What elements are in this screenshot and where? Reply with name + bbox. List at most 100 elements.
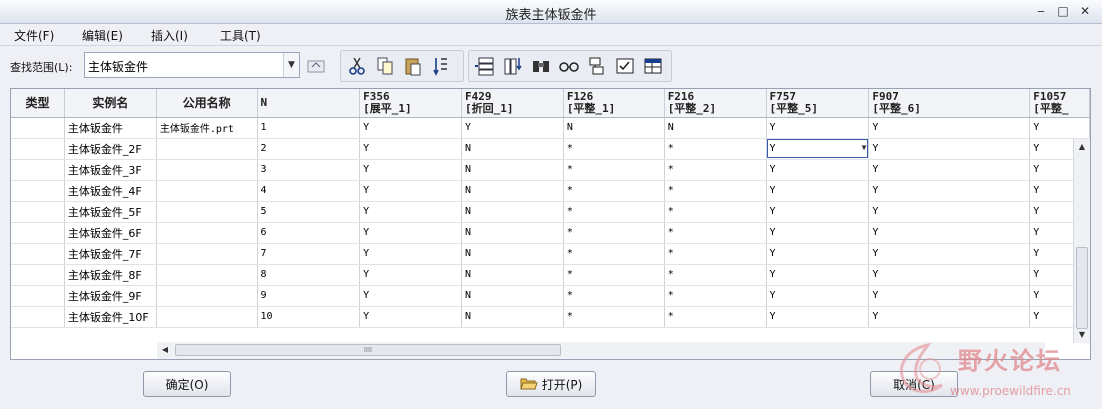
chevron-down-icon[interactable]: ▼: [862, 143, 867, 152]
cell-common[interactable]: [156, 138, 258, 160]
scroll-left-icon[interactable]: ◀: [157, 342, 173, 358]
cell-f126[interactable]: N: [563, 117, 665, 139]
cell-f757[interactable]: Y: [766, 117, 870, 139]
cell-f757[interactable]: Y: [766, 264, 870, 286]
chevron-down-icon[interactable]: ▼: [283, 53, 299, 77]
cell-f429[interactable]: N: [461, 306, 564, 328]
cell-type[interactable]: [11, 306, 65, 328]
column-header-f907[interactable]: F907 [平整_6]: [868, 89, 1031, 118]
cell-instance[interactable]: 主体钣金件_6F: [64, 222, 157, 244]
cell-f216[interactable]: N: [664, 117, 767, 139]
cell-instance[interactable]: 主体钣金件_4F: [64, 180, 157, 202]
cell-n[interactable]: 4: [257, 180, 361, 202]
cell-common[interactable]: [156, 201, 258, 223]
cell-f1057[interactable]: Y: [1029, 117, 1090, 139]
cell-instance[interactable]: 主体钣金件_2F: [64, 138, 157, 160]
cell-common[interactable]: [156, 243, 258, 265]
cell-f757[interactable]: Y: [766, 159, 870, 181]
cell-f356[interactable]: Y: [359, 117, 462, 139]
cell-n[interactable]: 9: [257, 285, 361, 307]
cell-f907[interactable]: Y: [868, 117, 1031, 139]
cell-f356[interactable]: Y: [359, 222, 462, 244]
column-header-f126[interactable]: F126 [平整_1]: [563, 89, 665, 118]
menu-file[interactable]: 文件(F): [14, 27, 54, 44]
cell-type[interactable]: [11, 243, 65, 265]
cell-f907[interactable]: Y: [868, 222, 1031, 244]
cell-f429[interactable]: N: [461, 285, 564, 307]
cell-f356[interactable]: Y: [359, 159, 462, 181]
verify-icon[interactable]: [614, 55, 636, 77]
cut-icon[interactable]: [346, 55, 368, 77]
menu-insert[interactable]: 插入(I): [151, 27, 188, 44]
cell-f216[interactable]: *: [664, 306, 767, 328]
column-header-instance[interactable]: 实例名: [64, 89, 157, 118]
insert-column-icon[interactable]: [502, 55, 524, 77]
cell-instance[interactable]: 主体钣金件_7F: [64, 243, 157, 265]
cell-instance[interactable]: 主体钣金件_9F: [64, 285, 157, 307]
minimize-icon[interactable]: ‒: [1034, 3, 1048, 19]
cell-common[interactable]: [156, 222, 258, 244]
close-icon[interactable]: ✕: [1078, 3, 1092, 19]
cell-f907[interactable]: Y: [868, 285, 1031, 307]
cell-instance[interactable]: 主体钣金件: [64, 117, 157, 139]
cell-f429[interactable]: Y: [461, 117, 564, 139]
cell-f216[interactable]: *: [664, 285, 767, 307]
navigate-up-icon[interactable]: [305, 55, 327, 77]
horizontal-scroll-thumb[interactable]: IIII: [175, 344, 561, 356]
column-header-type[interactable]: 类型: [11, 89, 65, 118]
menu-edit[interactable]: 编辑(E): [82, 27, 123, 44]
cell-instance[interactable]: 主体钣金件_5F: [64, 201, 157, 223]
cell-type[interactable]: [11, 201, 65, 223]
cell-n[interactable]: 8: [257, 264, 361, 286]
column-header-f429[interactable]: F429 [折回_1]: [461, 89, 564, 118]
cell-common[interactable]: [156, 285, 258, 307]
cell-f757[interactable]: Y: [766, 285, 870, 307]
column-header-f757[interactable]: F757 [平整_5]: [766, 89, 870, 118]
cell-f907[interactable]: Y: [868, 264, 1031, 286]
scroll-up-icon[interactable]: ▲: [1074, 139, 1090, 155]
copy-icon[interactable]: [374, 55, 396, 77]
cell-f429[interactable]: N: [461, 222, 564, 244]
cell-f757[interactable]: Y: [766, 201, 870, 223]
cell-f216[interactable]: *: [664, 264, 767, 286]
open-button[interactable]: 打开(P): [506, 371, 596, 397]
cell-f757[interactable]: Y: [766, 243, 870, 265]
cell-n[interactable]: 7: [257, 243, 361, 265]
find-icon[interactable]: [530, 55, 552, 77]
maximize-icon[interactable]: □: [1056, 3, 1070, 19]
cell-f356[interactable]: Y: [359, 180, 462, 202]
insert-row-icon[interactable]: [474, 55, 496, 77]
cell-f216[interactable]: *: [664, 138, 767, 160]
cell-f126[interactable]: *: [563, 138, 665, 160]
cell-f757[interactable]: Y: [766, 180, 870, 202]
cell-f907[interactable]: Y: [868, 159, 1031, 181]
column-header-f216[interactable]: F216 [平整_2]: [664, 89, 767, 118]
cell-n[interactable]: 1: [257, 117, 361, 139]
cell-f429[interactable]: N: [461, 159, 564, 181]
menu-tools[interactable]: 工具(T): [220, 27, 261, 44]
cell-f216[interactable]: *: [664, 201, 767, 223]
cell-n[interactable]: 3: [257, 159, 361, 181]
cell-f126[interactable]: *: [563, 159, 665, 181]
select-item-icon[interactable]: [586, 55, 608, 77]
cell-n[interactable]: 10: [257, 306, 361, 328]
cell-common[interactable]: [156, 264, 258, 286]
column-header-f1057[interactable]: F1057 [平整_: [1029, 89, 1090, 118]
cell-f429[interactable]: N: [461, 180, 564, 202]
cell-f907[interactable]: Y: [868, 201, 1031, 223]
cell-type[interactable]: [11, 264, 65, 286]
cell-common[interactable]: [156, 159, 258, 181]
cell-n[interactable]: 6: [257, 222, 361, 244]
cell-f429[interactable]: N: [461, 264, 564, 286]
cell-type[interactable]: [11, 222, 65, 244]
cell-f126[interactable]: *: [563, 264, 665, 286]
cell-f907[interactable]: Y: [868, 138, 1031, 160]
column-header-common-name[interactable]: 公用名称: [156, 89, 258, 118]
cell-f356[interactable]: Y: [359, 201, 462, 223]
ok-button[interactable]: 确定(O): [143, 371, 231, 397]
cell-type[interactable]: [11, 285, 65, 307]
cell-f429[interactable]: N: [461, 201, 564, 223]
cell-f126[interactable]: *: [563, 201, 665, 223]
cell-common[interactable]: 主体钣金件.prt: [156, 117, 258, 139]
cell-f126[interactable]: *: [563, 243, 665, 265]
